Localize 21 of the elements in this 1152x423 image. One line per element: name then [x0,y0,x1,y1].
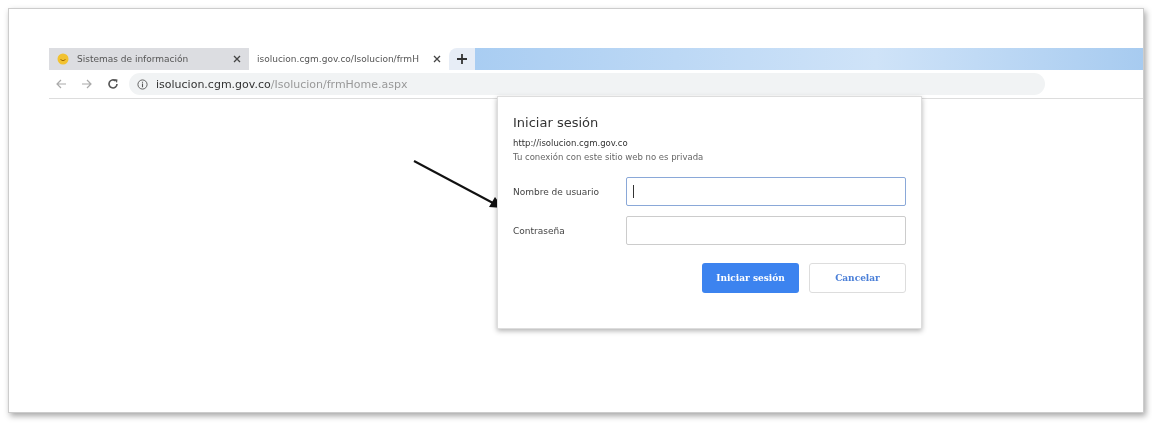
info-icon [137,78,148,90]
new-tab-button[interactable] [449,48,475,70]
tab-title: Sistemas de información [77,54,190,64]
plus-icon [457,54,467,64]
dialog-title: Iniciar sesión [513,115,600,130]
address-bar[interactable]: isolucion.cgm.gov.co/Isolucion/frmHome.aspx [129,73,1045,95]
tab-title: isolucion.cgm.gov.co/Isolucion/frmH [257,54,420,64]
url-host: isolucion.cgm.gov.co [156,77,271,91]
browser-tab[interactable]: Sistemas de información [49,48,249,70]
close-icon[interactable] [433,55,441,63]
privacy-warning: Tu conexión con este sitio web no es privada [513,152,705,162]
site-address: http://isolucion.cgm.gov.co [513,138,629,148]
field-label: Nombre de usuario [513,186,601,197]
input-field[interactable] [626,177,906,206]
field-label: Contraseña [513,225,566,236]
close-icon[interactable] [233,55,241,63]
url-path: /Isolucion/frmHome.aspx [270,77,408,91]
reload-icon[interactable] [107,78,119,90]
cancel-button[interactable]: Cancelar [809,263,906,293]
input-field[interactable] [626,216,906,245]
sign-in-button[interactable]: Iniciar sesión [702,263,799,293]
